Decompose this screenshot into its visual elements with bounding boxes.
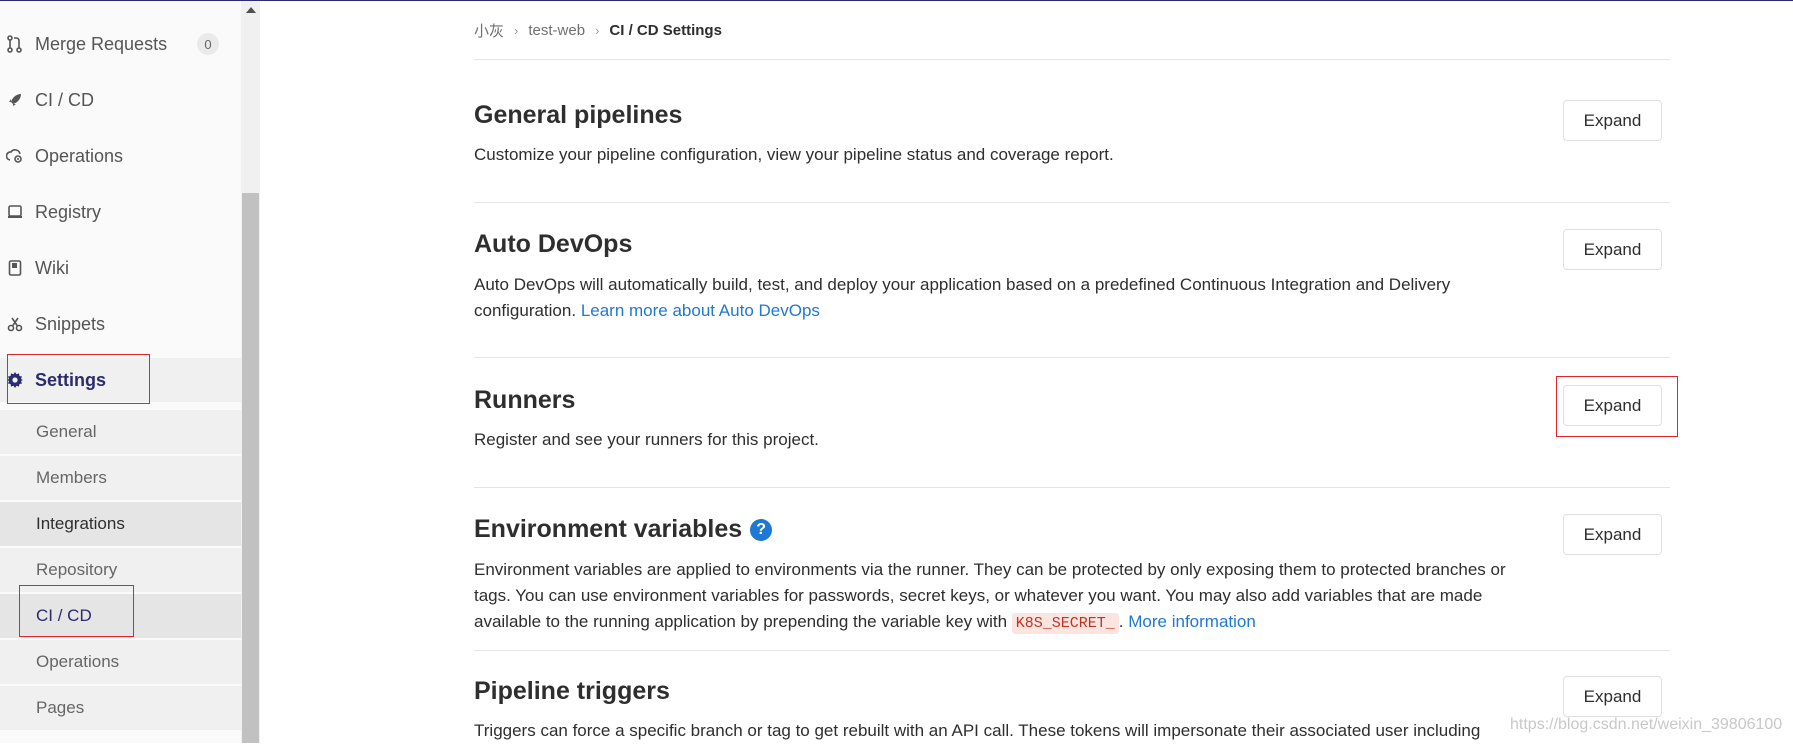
scissors-icon bbox=[6, 315, 24, 333]
divider bbox=[474, 59, 1670, 60]
sidebar-item-label: CI / CD bbox=[35, 89, 95, 110]
sidebar-item-label: Snippets bbox=[35, 313, 106, 334]
sidebar-item-label: Operations bbox=[35, 145, 124, 166]
divider bbox=[474, 650, 1670, 651]
registry-icon bbox=[6, 203, 24, 221]
sub-item-label: Members bbox=[36, 468, 107, 487]
settings-sub-general[interactable]: General bbox=[0, 410, 241, 454]
k8s-secret-code: K8S_SECRET_ bbox=[1011, 613, 1119, 634]
expand-general-pipelines-button[interactable]: Expand bbox=[1563, 100, 1662, 141]
book-icon bbox=[6, 259, 24, 277]
settings-sub-repository[interactable]: Repository bbox=[0, 548, 241, 592]
section-desc-general-pipelines: Customize your pipeline configuration, v… bbox=[474, 145, 1114, 164]
more-information-link[interactable]: More information bbox=[1128, 612, 1256, 631]
settings-sub-pages[interactable]: Pages bbox=[0, 686, 241, 730]
sub-item-label: Integrations bbox=[36, 514, 125, 533]
env-vars-title-text: Environment variables bbox=[474, 515, 743, 543]
sidebar-item-snippets[interactable]: Snippets bbox=[0, 302, 241, 346]
help-question-icon[interactable]: ? bbox=[750, 518, 773, 541]
divider bbox=[474, 357, 1670, 358]
settings-sub-operations[interactable]: Operations bbox=[0, 640, 241, 684]
sub-item-label: Pages bbox=[36, 698, 85, 717]
breadcrumb-project[interactable]: test-web bbox=[528, 22, 585, 39]
sidebar-item-wiki[interactable]: Wiki bbox=[0, 246, 241, 290]
settings-sub-ci-cd[interactable]: CI / CD bbox=[0, 594, 241, 638]
sidebar-item-label: Merge Requests bbox=[35, 33, 168, 54]
expand-environment-variables-button[interactable]: Expand bbox=[1563, 514, 1662, 555]
sub-item-label: Repository bbox=[36, 560, 118, 579]
expand-pipeline-triggers-button[interactable]: Expand bbox=[1563, 676, 1662, 717]
settings-sub-integrations[interactable]: Integrations bbox=[0, 502, 241, 546]
section-title-auto-devops: Auto DevOps bbox=[474, 230, 633, 258]
divider bbox=[474, 487, 1670, 488]
section-title-environment-variables: Environment variables ? bbox=[474, 515, 773, 544]
sidebar-item-operations[interactable]: Operations bbox=[0, 134, 241, 178]
sub-item-label: General bbox=[36, 422, 97, 441]
rocket-icon bbox=[6, 91, 24, 109]
sidebar-item-ci-cd[interactable]: CI / CD bbox=[0, 78, 241, 122]
learn-more-auto-devops-link[interactable]: Learn more about Auto DevOps bbox=[581, 301, 820, 320]
section-desc-pipeline-triggers: Triggers can force a specific branch or … bbox=[474, 721, 1481, 740]
section-title-pipeline-triggers: Pipeline triggers bbox=[474, 677, 670, 705]
settings-sub-members[interactable]: Members bbox=[0, 456, 241, 500]
section-title-runners: Runners bbox=[474, 386, 576, 414]
sidebar: Merge Requests 0 CI / CD Operations Regi… bbox=[0, 1, 241, 743]
sidebar-item-label: Wiki bbox=[35, 257, 69, 278]
breadcrumb-current[interactable]: CI / CD Settings bbox=[609, 22, 722, 39]
breadcrumb: 小灰 › test-web › CI / CD Settings bbox=[474, 20, 722, 41]
cloud-gear-icon bbox=[6, 147, 24, 165]
section-title-general-pipelines: General pipelines bbox=[474, 101, 683, 129]
breadcrumb-group[interactable]: 小灰 bbox=[474, 20, 504, 41]
sidebar-item-label: Settings bbox=[35, 369, 107, 390]
env-vars-desc-text: Environment variables are applied to env… bbox=[474, 560, 1506, 631]
sidebar-item-registry[interactable]: Registry bbox=[0, 190, 241, 234]
section-desc-auto-devops: Auto DevOps will automatically build, te… bbox=[474, 272, 1524, 324]
breadcrumb-separator: › bbox=[595, 23, 600, 38]
sidebar-item-settings[interactable]: Settings bbox=[0, 358, 241, 402]
sidebar-item-label: Registry bbox=[35, 201, 102, 222]
divider bbox=[474, 202, 1670, 203]
top-border bbox=[0, 0, 1793, 1]
merge-requests-count-badge: 0 bbox=[197, 33, 219, 55]
section-desc-environment-variables: Environment variables are applied to env… bbox=[474, 557, 1524, 637]
scroll-thumb[interactable] bbox=[242, 193, 259, 743]
sub-item-label: CI / CD bbox=[36, 606, 92, 625]
sidebar-scrollbar[interactable] bbox=[241, 1, 260, 743]
merge-request-icon bbox=[6, 35, 24, 53]
expand-auto-devops-button[interactable]: Expand bbox=[1563, 229, 1662, 270]
breadcrumb-separator: › bbox=[514, 23, 519, 38]
scroll-up-arrow-icon[interactable] bbox=[246, 7, 256, 13]
section-desc-runners: Register and see your runners for this p… bbox=[474, 430, 819, 449]
sub-item-label: Operations bbox=[36, 652, 120, 671]
sidebar-item-merge-requests[interactable]: Merge Requests 0 bbox=[0, 22, 241, 66]
expand-runners-button[interactable]: Expand bbox=[1563, 385, 1662, 426]
watermark: https://blog.csdn.net/weixin_39806100 bbox=[1510, 716, 1783, 733]
env-vars-desc-end: . bbox=[1118, 612, 1124, 631]
gear-icon bbox=[6, 371, 24, 389]
